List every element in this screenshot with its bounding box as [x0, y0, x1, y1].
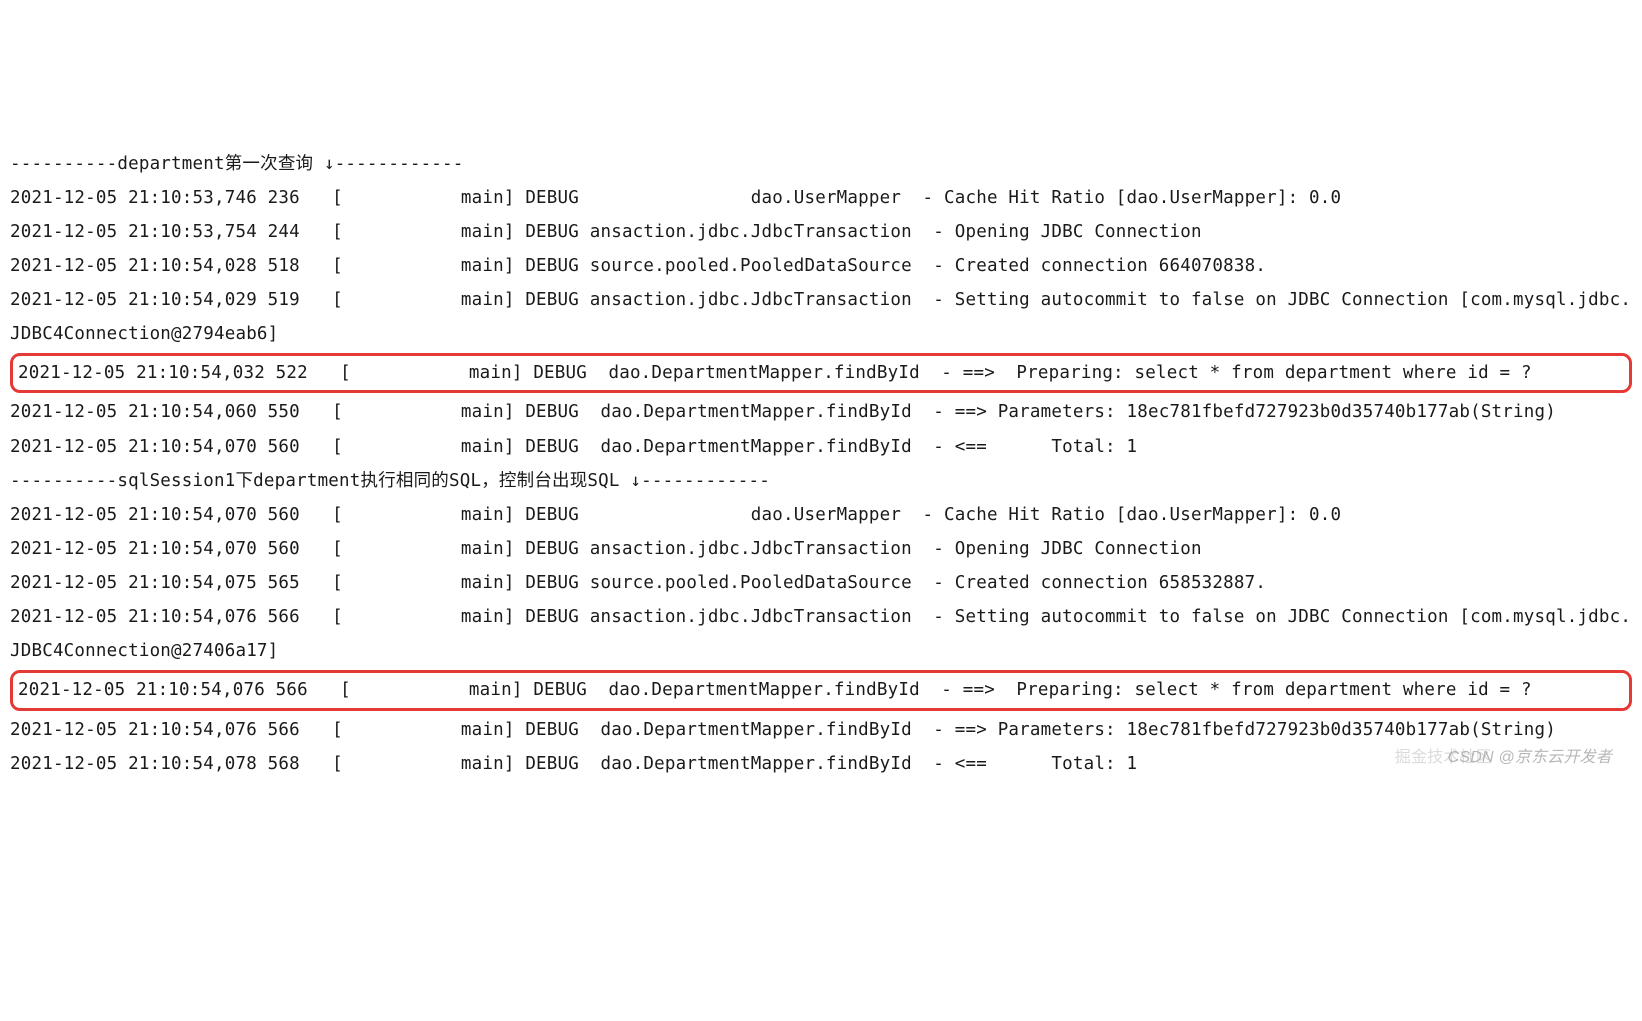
log-line: 2021-12-05 21:10:54,076 566 [ main] DEBU…: [10, 600, 1632, 668]
log-line: 2021-12-05 21:10:54,070 560 [ main] DEBU…: [10, 498, 1632, 532]
log-line-highlighted: 2021-12-05 21:10:54,032 522 [ main] DEBU…: [10, 353, 1632, 393]
log-line-highlighted: 2021-12-05 21:10:54,076 566 [ main] DEBU…: [10, 670, 1632, 710]
log-line: 2021-12-05 21:10:54,078 568 [ main] DEBU…: [10, 747, 1632, 781]
log-line: 2021-12-05 21:10:53,754 244 [ main] DEBU…: [10, 215, 1632, 249]
log-line: 2021-12-05 21:10:54,028 518 [ main] DEBU…: [10, 249, 1632, 283]
log-line: 2021-12-05 21:10:54,070 560 [ main] DEBU…: [10, 430, 1632, 464]
log-line: 2021-12-05 21:10:54,075 565 [ main] DEBU…: [10, 566, 1632, 600]
log-line: 2021-12-05 21:10:54,070 560 [ main] DEBU…: [10, 532, 1632, 566]
log-line: 2021-12-05 21:10:54,029 519 [ main] DEBU…: [10, 283, 1632, 351]
log-line: 2021-12-05 21:10:53,746 236 [ main] DEBU…: [10, 181, 1632, 215]
log-line: 2021-12-05 21:10:54,076 566 [ main] DEBU…: [10, 713, 1632, 747]
log-line: ----------department第一次查询 ↓------------: [10, 147, 1632, 181]
log-line: ----------sqlSession1下department执行相同的SQL…: [10, 464, 1632, 498]
log-line: 2021-12-05 21:10:54,060 550 [ main] DEBU…: [10, 395, 1632, 429]
log-output: ----------department第一次查询 ↓------------2…: [10, 147, 1632, 781]
